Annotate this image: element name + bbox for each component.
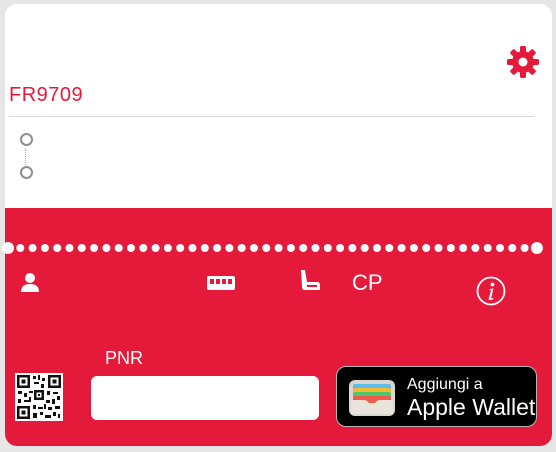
perforation-line [2, 242, 543, 254]
header-divider [9, 116, 534, 117]
pnr-label: PNR [105, 348, 144, 368]
seat-class: CP [352, 270, 383, 295]
flight-number: FR9709 [9, 84, 84, 106]
gear-icon[interactable] [505, 44, 541, 80]
qr-code-icon[interactable] [15, 373, 63, 421]
seat-icon [301, 270, 320, 290]
add-to-apple-wallet-button[interactable]: Aggiungi a Apple Wallet [336, 366, 537, 427]
ticket-icon [207, 276, 235, 290]
wallet-button-line1: Aggiungi a [407, 376, 483, 393]
origin-dot [20, 133, 33, 146]
destination-dot [20, 166, 33, 179]
pnr-input[interactable] [91, 376, 319, 420]
wallet-icon [349, 380, 395, 416]
info-icon[interactable] [476, 276, 506, 306]
route-connector [25, 149, 27, 165]
wallet-button-line2: Apple Wallet [407, 394, 536, 420]
card-header [5, 4, 552, 208]
passenger-icon [21, 273, 39, 292]
